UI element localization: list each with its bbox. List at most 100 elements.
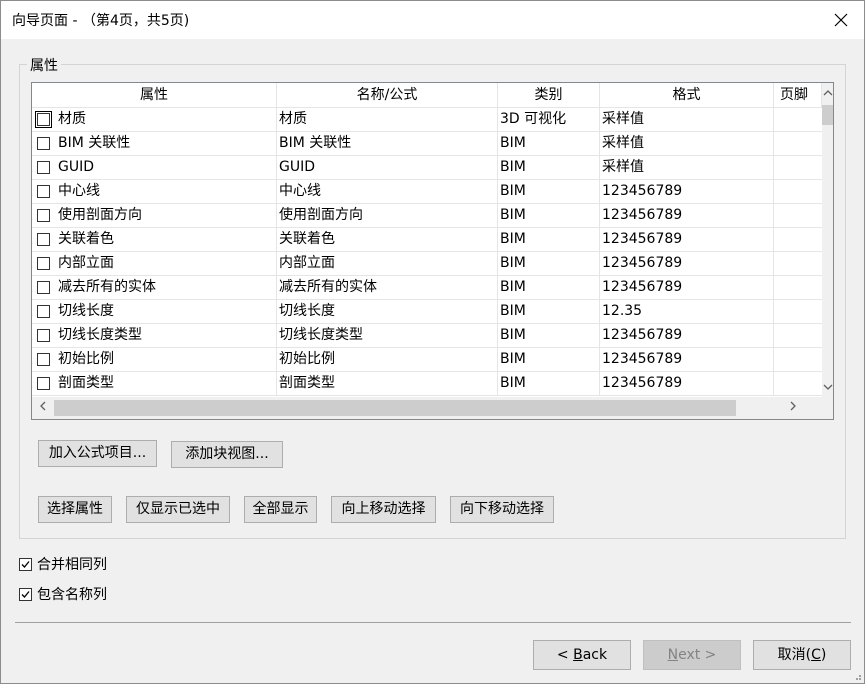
footer-cell[interactable]	[774, 324, 822, 347]
add-formula-item-button[interactable]: 加入公式项目...	[38, 440, 157, 467]
move-selection-up-button[interactable]: 向上移动选择	[331, 496, 436, 523]
format-cell[interactable]: 12.35	[600, 300, 774, 323]
show-selected-only-button[interactable]: 仅显示已选中	[126, 496, 230, 523]
table-row[interactable]: 切线长度类型 切线长度类型 BIM 123456789	[32, 324, 822, 348]
footer-cell[interactable]	[774, 204, 822, 227]
name-formula-cell[interactable]: 剖面类型	[277, 372, 498, 395]
row-checkbox[interactable]	[37, 137, 50, 150]
checked-checkbox-icon[interactable]	[19, 587, 32, 601]
cancel-label-prefix: 取消(	[777, 647, 812, 663]
format-cell[interactable]: 123456789	[600, 252, 774, 275]
row-checkbox[interactable]	[37, 305, 50, 318]
row-checkbox[interactable]	[37, 209, 50, 222]
next-label-rest: ext >	[678, 647, 717, 663]
row-checkbox[interactable]	[37, 185, 50, 198]
row-checkbox[interactable]	[37, 329, 50, 342]
name-formula-cell[interactable]: 中心线	[277, 180, 498, 203]
footer-cell[interactable]	[774, 252, 822, 275]
select-attributes-button[interactable]: 选择属性	[38, 496, 112, 523]
table-row[interactable]: 关联着色 关联着色 BIM 123456789	[32, 228, 822, 252]
add-block-view-button[interactable]: 添加块视图...	[171, 441, 283, 468]
horizontal-scroll-thumb[interactable]	[54, 400, 736, 416]
back-button[interactable]: < Back	[533, 640, 631, 670]
attribute-name: BIM 关联性	[58, 135, 131, 151]
category-cell: BIM	[498, 324, 600, 347]
scroll-left-arrow-icon[interactable]	[36, 400, 50, 416]
name-formula-cell[interactable]: 材质	[277, 108, 498, 131]
scroll-up-arrow-icon[interactable]	[822, 87, 833, 101]
show-all-button[interactable]: 全部显示	[244, 496, 317, 523]
format-cell[interactable]: 123456789	[600, 228, 774, 251]
footer-cell[interactable]	[774, 180, 822, 203]
name-formula-cell[interactable]: 减去所有的实体	[277, 276, 498, 299]
table-row[interactable]: 切线长度 切线长度 BIM 12.35	[32, 300, 822, 324]
name-formula-cell[interactable]: 切线长度类型	[277, 324, 498, 347]
checked-checkbox-icon[interactable]	[19, 557, 32, 571]
close-button[interactable]	[818, 1, 864, 39]
name-formula-cell[interactable]: GUID	[277, 156, 498, 179]
format-cell[interactable]: 123456789	[600, 204, 774, 227]
name-formula-cell[interactable]: 使用剖面方向	[277, 204, 498, 227]
row-checkbox[interactable]	[37, 353, 50, 366]
vertical-scrollbar[interactable]	[822, 83, 833, 397]
table-row[interactable]: 使用剖面方向 使用剖面方向 BIM 123456789	[32, 204, 822, 228]
vertical-scroll-thumb[interactable]	[822, 105, 833, 125]
column-header-name-formula[interactable]: 名称/公式	[277, 83, 498, 108]
name-formula-cell[interactable]: 切线长度	[277, 300, 498, 323]
format-cell[interactable]: 采样值	[600, 132, 774, 155]
table-row[interactable]: 减去所有的实体 减去所有的实体 BIM 123456789	[32, 276, 822, 300]
scroll-right-arrow-icon[interactable]	[786, 400, 800, 416]
table-row[interactable]: BIM 关联性 BIM 关联性 BIM 采样值	[32, 132, 822, 156]
table-row[interactable]: 材质 材质 3D 可视化 采样值	[32, 108, 822, 132]
merge-same-columns-checkbox[interactable]: 合并相同列	[19, 554, 107, 574]
table-row[interactable]: GUID GUID BIM 采样值	[32, 156, 822, 180]
column-header-format[interactable]: 格式	[600, 83, 774, 108]
category-cell: BIM	[498, 156, 600, 179]
cancel-button[interactable]: 取消(C)	[753, 640, 851, 670]
name-formula-cell[interactable]: 内部立面	[277, 252, 498, 275]
format-cell[interactable]: 123456789	[600, 324, 774, 347]
column-header-category[interactable]: 类别	[498, 83, 600, 108]
resize-grip-icon[interactable]	[852, 671, 862, 681]
row-checkbox[interactable]	[37, 161, 50, 174]
footer-cell[interactable]	[774, 348, 822, 371]
category-cell: BIM	[498, 252, 600, 275]
attribute-cell: BIM 关联性	[32, 132, 277, 155]
row-checkbox[interactable]	[37, 377, 50, 390]
format-cell[interactable]: 采样值	[600, 108, 774, 131]
footer-cell[interactable]	[774, 108, 822, 131]
footer-cell[interactable]	[774, 156, 822, 179]
format-cell[interactable]: 123456789	[600, 348, 774, 371]
table-row[interactable]: 内部立面 内部立面 BIM 123456789	[32, 252, 822, 276]
format-cell[interactable]: 123456789	[600, 180, 774, 203]
name-formula-cell[interactable]: BIM 关联性	[277, 132, 498, 155]
format-cell[interactable]: 123456789	[600, 372, 774, 395]
footer-cell[interactable]	[774, 132, 822, 155]
scroll-down-arrow-icon[interactable]	[822, 381, 833, 395]
next-button[interactable]: Next >	[643, 640, 741, 670]
name-formula-cell[interactable]: 关联着色	[277, 228, 498, 251]
attribute-name: 关联着色	[58, 231, 114, 247]
table-row[interactable]: 初始比例 初始比例 BIM 123456789	[32, 348, 822, 372]
format-cell[interactable]: 采样值	[600, 156, 774, 179]
name-formula-cell[interactable]: 初始比例	[277, 348, 498, 371]
footer-cell[interactable]	[774, 300, 822, 323]
row-checkbox[interactable]	[37, 281, 50, 294]
horizontal-scrollbar[interactable]	[32, 397, 822, 419]
footer-cell[interactable]	[774, 372, 822, 395]
column-header-attribute[interactable]: 属性	[32, 83, 277, 108]
footer-cell[interactable]	[774, 276, 822, 299]
move-selection-down-button[interactable]: 向下移动选择	[450, 496, 554, 523]
table-row[interactable]: 中心线 中心线 BIM 123456789	[32, 180, 822, 204]
column-header-footer[interactable]: 页脚	[774, 83, 822, 108]
category-cell: BIM	[498, 180, 600, 203]
footer-cell[interactable]	[774, 228, 822, 251]
cancel-label-access-key: C	[811, 647, 821, 663]
row-checkbox[interactable]	[37, 257, 50, 270]
attributes-grid[interactable]: 属性 名称/公式 类别 格式 页脚 材质 材质 3D 可视化 采样值 BIM 关联性 BI…	[31, 82, 834, 420]
include-name-column-checkbox[interactable]: 包含名称列	[19, 584, 107, 604]
table-row[interactable]: 剖面类型 剖面类型 BIM 123456789	[32, 372, 822, 396]
row-checkbox[interactable]	[35, 111, 52, 128]
format-cell[interactable]: 123456789	[600, 276, 774, 299]
row-checkbox[interactable]	[37, 233, 50, 246]
